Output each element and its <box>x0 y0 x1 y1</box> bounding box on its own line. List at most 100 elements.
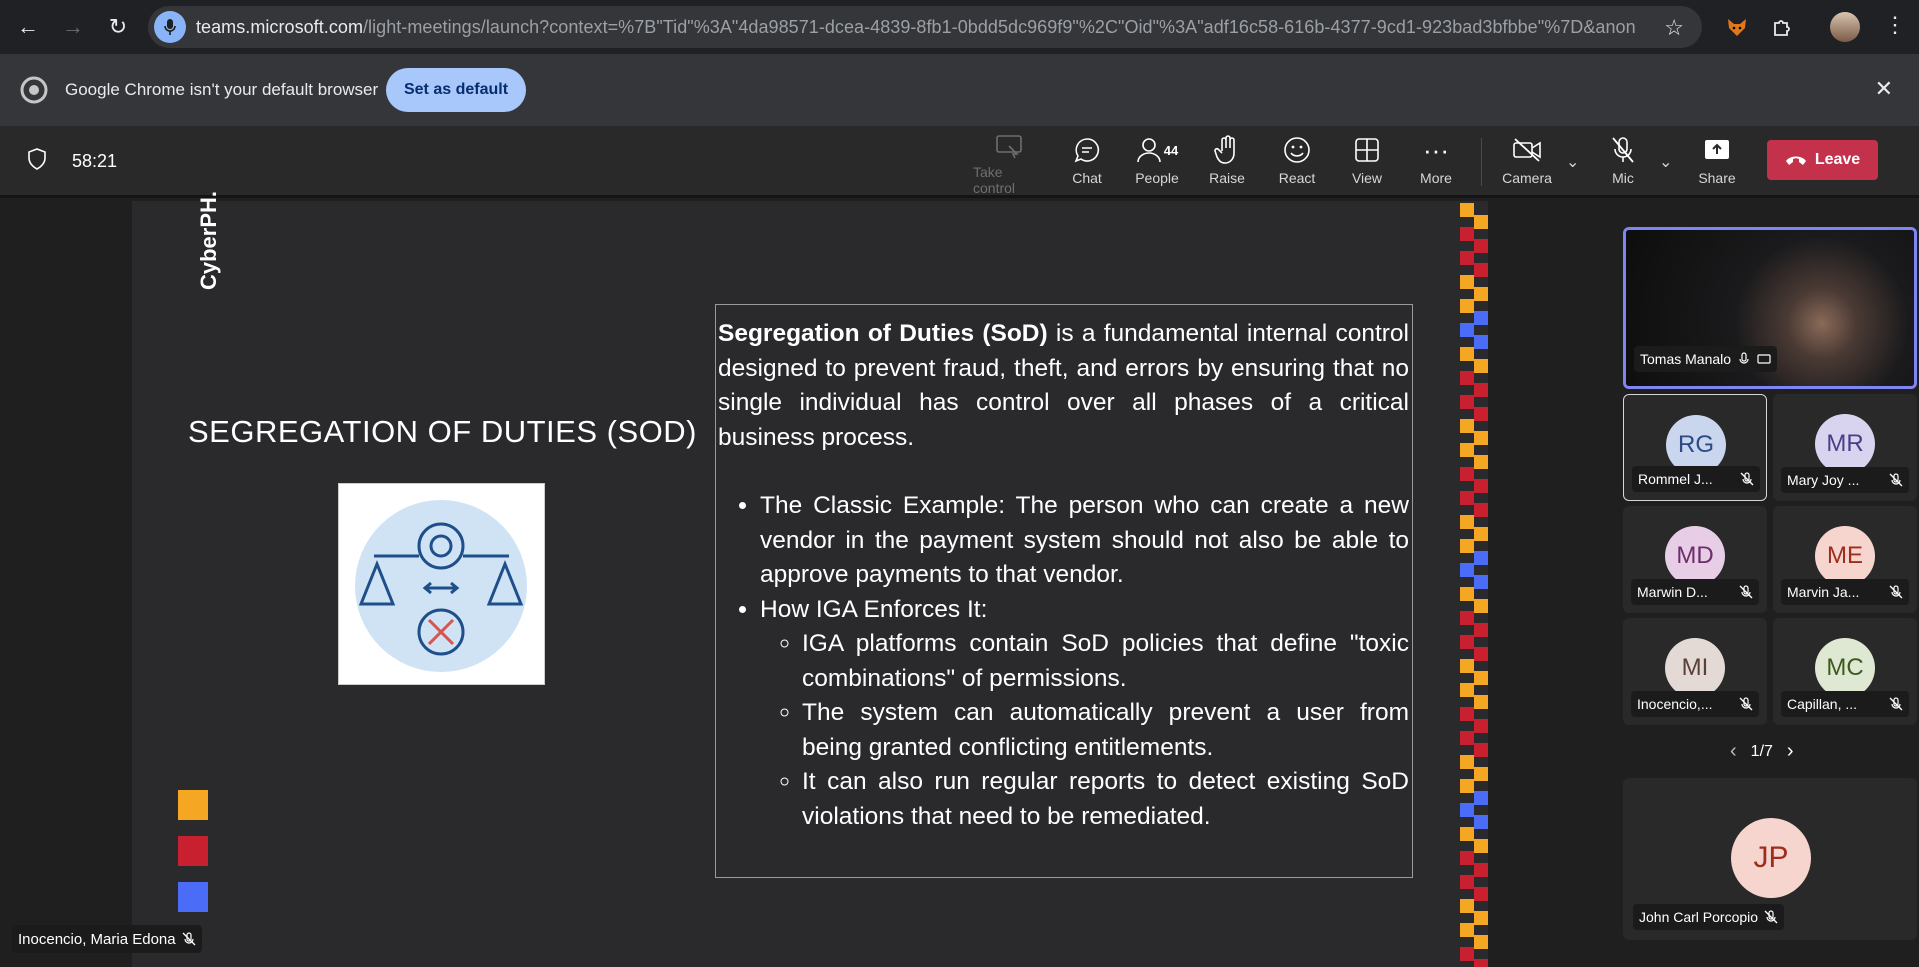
back-icon[interactable]: ← <box>10 9 46 45</box>
decor-square-blue <box>178 882 208 912</box>
checker-cell <box>1460 779 1474 793</box>
share-button[interactable]: Share <box>1681 134 1753 192</box>
forward-icon[interactable]: → <box>55 9 91 45</box>
mic-icon[interactable] <box>154 11 186 43</box>
people-button[interactable]: 44 People <box>1121 134 1193 192</box>
participant-initials: MC <box>1826 654 1864 681</box>
camera-options-chevron-icon[interactable]: ⌄ <box>1566 152 1579 172</box>
take-control-label: Take control <box>973 164 1016 196</box>
participant-tile[interactable]: MI Inocencio,... <box>1623 618 1767 725</box>
checker-cell <box>1460 539 1474 553</box>
featured-name: Tomas Manalo <box>1640 351 1732 367</box>
checker-cell <box>1460 251 1474 265</box>
extension-fox-icon[interactable] <box>1722 12 1752 42</box>
bullet-classic-example: The Classic Example: The person who can … <box>760 489 1409 593</box>
checker-cell <box>1474 551 1488 565</box>
checker-cell <box>1474 887 1488 901</box>
address-bar[interactable]: teams.microsoft.com/light-meetings/launc… <box>148 6 1702 48</box>
checker-cell <box>1460 707 1474 721</box>
participant-tile[interactable]: ME Marvin Ja... <box>1773 506 1917 613</box>
checker-cell <box>1474 575 1488 589</box>
chrome-logo-icon <box>20 76 48 104</box>
checker-cell <box>1474 359 1488 373</box>
slide-text-box: Segregation of Duties (SoD) is a fundame… <box>715 304 1413 878</box>
sod-illustration <box>338 483 545 685</box>
checker-cell <box>1474 287 1488 301</box>
take-control-icon <box>995 134 1023 160</box>
react-button[interactable]: React <box>1261 134 1333 192</box>
checker-cell <box>1460 275 1474 289</box>
participant-avatar: JP <box>1731 818 1811 898</box>
chrome-menu-icon[interactable]: ⋮ <box>1884 12 1906 38</box>
checker-cell <box>1474 311 1488 325</box>
shield-icon <box>28 148 46 170</box>
mic-options-chevron-icon[interactable]: ⌄ <box>1659 152 1672 172</box>
bookmark-star-icon[interactable]: ☆ <box>1664 15 1684 41</box>
checker-cell <box>1460 827 1474 841</box>
take-control-button[interactable]: Take control <box>973 134 1045 196</box>
participant-tile[interactable]: MD Marwin D... <box>1623 506 1767 613</box>
checker-cell <box>1474 431 1488 445</box>
infobar-message: Google Chrome isn't your default browser <box>65 80 379 99</box>
participant-tile[interactable]: RG Rommel J... <box>1623 394 1767 501</box>
bullet-how-iga-text: How IGA Enforces It: <box>760 595 988 623</box>
participant-name: Marvin Ja... <box>1787 584 1860 600</box>
checker-cell <box>1474 695 1488 709</box>
checker-cell <box>1474 815 1488 829</box>
bottom-participant-tile[interactable]: JP John Carl Porcopio <box>1623 778 1917 940</box>
checker-cell <box>1460 323 1474 337</box>
checker-cell <box>1460 899 1474 913</box>
participant-name: John Carl Porcopio <box>1639 909 1759 925</box>
default-browser-infobar: Google Chrome isn't your default browser… <box>0 54 1919 126</box>
checker-cell <box>1460 419 1474 433</box>
checker-cell <box>1474 935 1488 949</box>
page-indicator: 1/7 <box>1750 742 1773 760</box>
close-icon[interactable]: ✕ <box>1875 76 1893 102</box>
presenter-name: Inocencio, Maria Edona <box>18 930 176 948</box>
camera-label: Camera <box>1502 170 1552 186</box>
checker-cell <box>1460 755 1474 769</box>
next-page-icon[interactable]: › <box>1787 740 1794 763</box>
participant-tile[interactable]: MR Mary Joy ... <box>1773 394 1917 501</box>
checker-cell <box>1474 863 1488 877</box>
participant-name: Mary Joy ... <box>1787 472 1860 488</box>
sub-bullet-prevent: The system can automatically prevent a u… <box>802 696 1409 765</box>
raise-label: Raise <box>1209 170 1245 186</box>
checker-cell <box>1474 791 1488 805</box>
leave-button[interactable]: Leave <box>1767 140 1878 180</box>
featured-video-tile[interactable]: Tomas Manalo <box>1623 227 1917 389</box>
sub-bullet-policies: IGA platforms contain SoD policies that … <box>802 627 1409 696</box>
checker-cell <box>1474 599 1488 613</box>
checker-cell <box>1460 635 1474 649</box>
mic-button[interactable]: Mic <box>1587 134 1659 192</box>
participant-tile[interactable]: MC Capillan, ... <box>1773 618 1917 725</box>
camera-button[interactable]: Camera <box>1491 134 1563 192</box>
raise-hand-button[interactable]: Raise <box>1191 134 1263 192</box>
url-text: teams.microsoft.com/light-meetings/launc… <box>196 17 1636 38</box>
smiley-icon <box>1283 134 1311 166</box>
set-as-default-button[interactable]: Set as default <box>386 68 526 112</box>
slide-intro: Segregation of Duties (SoD) is a fundame… <box>718 317 1409 455</box>
participant-avatar: MR <box>1815 414 1875 474</box>
checker-cell <box>1460 611 1474 625</box>
reload-icon[interactable]: ↻ <box>100 9 136 45</box>
checker-cell <box>1460 227 1474 241</box>
chat-button[interactable]: Chat <box>1051 134 1123 192</box>
participant-avatar: MI <box>1665 638 1725 698</box>
more-label: More <box>1420 170 1452 186</box>
checker-cell <box>1460 851 1474 865</box>
view-button[interactable]: View <box>1331 134 1403 192</box>
extensions-puzzle-icon[interactable] <box>1767 12 1797 42</box>
sub-bullets: IGA platforms contain SoD policies that … <box>802 627 1409 834</box>
people-count: 44 <box>1163 142 1179 158</box>
checker-cell <box>1460 683 1474 697</box>
checker-cell <box>1474 911 1488 925</box>
checker-cell <box>1474 239 1488 253</box>
more-button[interactable]: ··· More <box>1400 134 1472 192</box>
mic-muted-icon <box>1889 697 1903 711</box>
prev-page-icon[interactable]: ‹ <box>1730 740 1737 763</box>
mic-muted-icon <box>182 932 196 946</box>
profile-avatar[interactable] <box>1830 12 1860 42</box>
checker-cell <box>1460 371 1474 385</box>
checker-cell <box>1460 563 1474 577</box>
